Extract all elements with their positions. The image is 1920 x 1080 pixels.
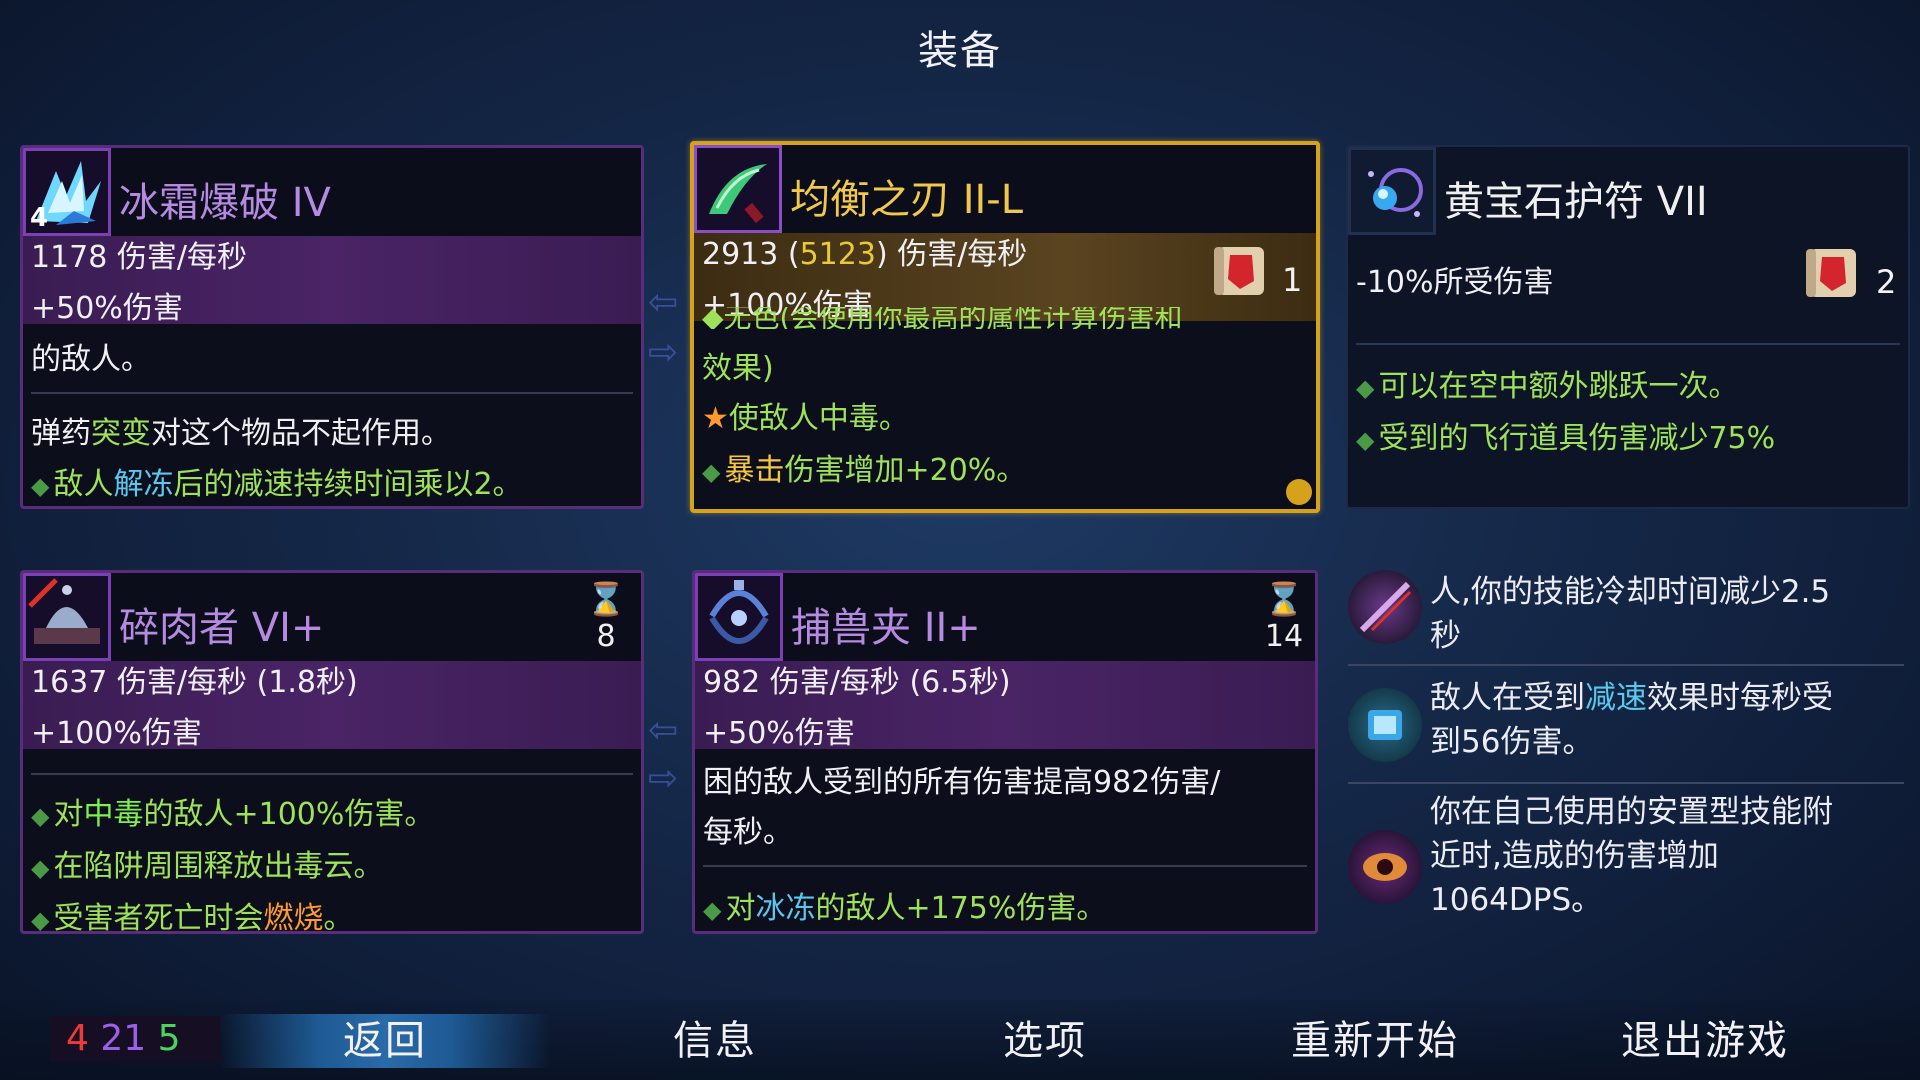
cooldown-timer: ⌛ 8: [581, 579, 631, 654]
diamond-bullet-icon: ◆: [31, 802, 50, 830]
mutation-icon-eye: [1348, 830, 1422, 904]
damage-bonus-stat: +100%伤害: [31, 716, 202, 751]
affix-line: ★使敌人中毒。: [702, 401, 909, 436]
damage-bonus-stat: +50%伤害: [31, 291, 183, 326]
item-name: 冰霜爆破 IV: [119, 180, 331, 226]
back-button[interactable]: 返回: [220, 1014, 550, 1068]
page-title: 装备: [918, 28, 1002, 74]
affix-line: ◆ 可以在空中额外跳跃一次。: [1356, 369, 1739, 404]
item-level-number: 4: [30, 203, 49, 233]
damage-bonus-stat: +50%伤害: [703, 716, 855, 751]
options-button[interactable]: 选项: [930, 1014, 1160, 1068]
item-card-topaz-amulet[interactable]: 黄宝石护符 VII -10%所受伤害 2 ◆ 可以在空中额外跳跃一次。 ◆ 受到的飞…: [1346, 145, 1910, 509]
damage-reduction-stat: -10%所受伤害: [1356, 265, 1554, 300]
mutation-text: 人,你的技能冷却时间减少2.5 秒: [1430, 574, 1831, 654]
bottom-menu-bar: 4 21 5 返回 信息 选项 重新开始 退出游戏: [0, 1000, 1920, 1080]
item-name: 均衡之刃 II-L: [790, 177, 1024, 223]
affix-line: ◆ 对冰冻的敌人+175%伤害。: [703, 891, 1107, 926]
scroll-count: 1: [1282, 261, 1303, 299]
diamond-bullet-icon: ◆: [31, 854, 50, 882]
dps-stat: 2913 (5123) 伤害/每秒: [702, 237, 1028, 272]
star-icon: ★: [702, 401, 729, 436]
affix-line: 弹药突变对这个物品不起作用。: [31, 416, 451, 451]
affix-line: ◆ 受害者死亡时会燃烧。: [31, 901, 354, 934]
affix-line: ◆ 在陷阱周围释放出毒云。: [31, 849, 384, 884]
tactics-count: 21: [100, 1018, 147, 1059]
divider: [1348, 664, 1904, 666]
dps-stat: 1178 伤害/每秒: [31, 240, 247, 275]
diamond-bullet-icon: ◆: [31, 906, 50, 934]
scroll-count: 2: [1876, 263, 1897, 301]
item-name: 捕兽夹 II+: [791, 605, 981, 651]
item-name: 黄宝石护符 VII: [1444, 179, 1708, 225]
mutation-list: 人,你的技能冷却时间减少2.5 秒 敌人在受到减速效果时每秒受 到56伤害。 你…: [1348, 568, 1910, 938]
item-card-wolf-trap[interactable]: 捕兽夹 II+ ⌛ 14 982 伤害/每秒 (6.5秒) +50%伤害 困的敌人…: [692, 570, 1318, 934]
affix-line: ◆ 暴击伤害增加+20%。: [702, 453, 1027, 488]
item-description: 每秒。: [703, 815, 793, 850]
legendary-corner-ornament: [1286, 479, 1312, 505]
diamond-bullet-icon: ◆: [1356, 426, 1375, 454]
truncated-affix-line: ◆无色(会使用你最高的属性计算伤害和: [702, 307, 1183, 329]
divider: [1356, 343, 1900, 345]
divider: [703, 865, 1307, 867]
quit-game-button[interactable]: 退出游戏: [1580, 1014, 1830, 1068]
meat-grinder-icon: [23, 573, 111, 661]
frost-blast-icon: 4: [23, 148, 111, 236]
swap-right-arrow-icon: ⇨: [648, 332, 679, 373]
diamond-bullet-icon: ◆: [31, 472, 50, 500]
scroll-of-brutality-icon: [1212, 241, 1276, 301]
amulet-icon: [1348, 147, 1436, 235]
mutation-icon-slow: [1348, 688, 1422, 762]
card-header: [695, 573, 1315, 661]
divider: [31, 773, 633, 775]
mutation-item[interactable]: 人,你的技能冷却时间减少2.5 秒: [1348, 568, 1910, 660]
affix-line: ◆ 敌人解冻后的减速持续时间乘以2。: [31, 467, 523, 502]
card-header: [23, 148, 641, 236]
diamond-bullet-icon: ◆: [703, 896, 722, 924]
item-card-balanced-blade[interactable]: 均衡之刃 II-L 2913 (5123) 伤害/每秒 +100%伤害 1 ◆无…: [690, 141, 1320, 513]
item-card-meat-grinder[interactable]: 碎肉者 VI+ ⌛ 8 1637 伤害/每秒 (1.8秒) +100%伤害 ◆ 对中…: [20, 570, 644, 934]
scroll-of-brutality-icon: [1804, 243, 1868, 303]
item-card-frost-blast[interactable]: 4 冰霜爆破 IV 1178 伤害/每秒 +50%伤害 的敌人。 弹药突变对这个…: [20, 145, 644, 509]
mutation-icon-cooldown: [1348, 570, 1422, 644]
blade-icon: [694, 145, 782, 233]
stat-scroll-counter: 4 21 5: [50, 1016, 220, 1062]
affix-line: ◆ 对中毒的敌人+100%伤害。: [31, 797, 435, 832]
mutation-item[interactable]: 敌人在受到减速效果时每秒受 到56伤害。: [1348, 674, 1910, 774]
card-header: [23, 573, 641, 661]
cooldown-timer: ⌛ 14: [1259, 579, 1309, 654]
affix-line: ◆ 受到的飞行道具伤害减少75%: [1356, 421, 1776, 456]
mutation-text: 你在自己使用的安置型技能附 近时,造成的伤害增加 1064DPS。: [1430, 794, 1833, 918]
info-button[interactable]: 信息: [600, 1014, 830, 1068]
hourglass-icon: ⌛: [1264, 580, 1304, 618]
mutation-text: 敌人在受到减速效果时每秒受 到56伤害。: [1430, 680, 1833, 760]
affix-line: 效果): [702, 351, 774, 386]
dps-stat: 1637 伤害/每秒 (1.8秒): [31, 665, 358, 700]
swap-right-arrow-icon: ⇨: [648, 758, 679, 799]
survival-count: 5: [157, 1018, 181, 1059]
divider: [31, 392, 633, 394]
mutation-item[interactable]: 你在自己使用的安置型技能附 近时,造成的伤害增加 1064DPS。: [1348, 790, 1910, 938]
item-name: 碎肉者 VI+: [119, 605, 325, 651]
swap-left-arrow-icon: ⇦: [648, 282, 679, 323]
brutality-count: 4: [66, 1018, 89, 1059]
hourglass-icon: ⌛: [586, 580, 626, 618]
item-description: 困的敌人受到的所有伤害提高982伤害/: [703, 765, 1221, 800]
swap-left-arrow-icon: ⇦: [648, 710, 679, 751]
restart-button[interactable]: 重新开始: [1250, 1014, 1500, 1068]
divider: [1348, 782, 1904, 784]
diamond-bullet-icon: ◆: [702, 458, 721, 486]
diamond-bullet-icon: ◆: [1356, 374, 1375, 402]
dps-stat: 982 伤害/每秒 (6.5秒): [703, 665, 1011, 700]
item-description: 的敌人。: [31, 342, 151, 377]
wolf-trap-icon: [695, 573, 783, 661]
